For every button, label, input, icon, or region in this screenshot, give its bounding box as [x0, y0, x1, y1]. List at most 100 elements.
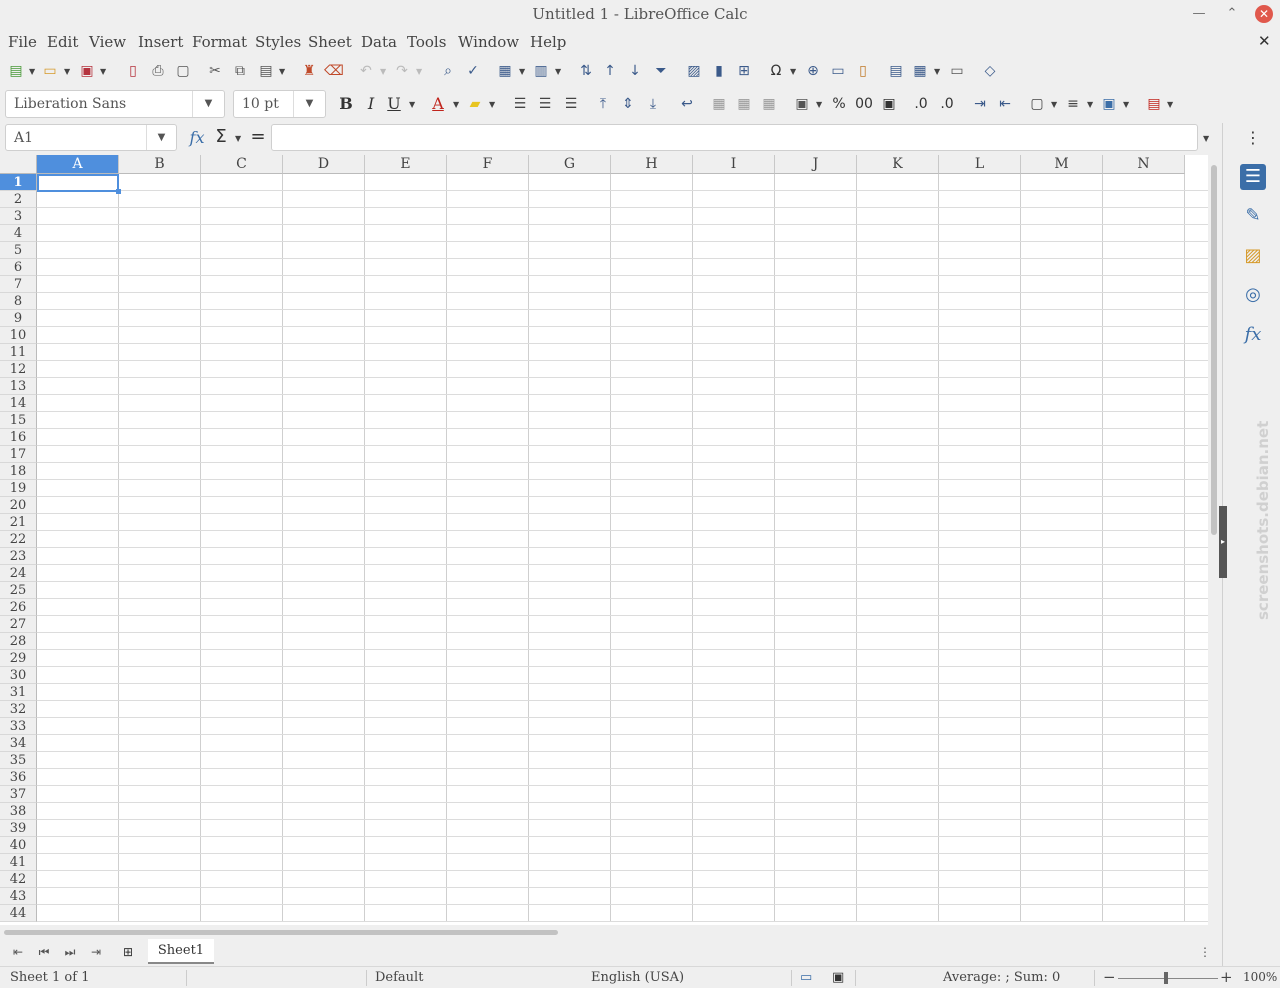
center-vertically-icon[interactable]: ⇕ [618, 94, 638, 114]
horizontal-scrollbar[interactable] [0, 925, 1208, 939]
print-preview-icon[interactable]: ▢ [173, 61, 193, 81]
font-size-box[interactable]: 10 pt ▼ [233, 90, 326, 118]
save-icon[interactable]: ▣ [77, 61, 97, 81]
menu-file[interactable]: File [8, 33, 37, 51]
spreadsheet-grid[interactable]: ABCDEFGHIJKLMN 1 2 3 4 5 6 7 8 9 10 11 12 13 14 15 16 17… [0, 155, 1208, 925]
zoom-in-icon[interactable]: + [1220, 968, 1233, 986]
column-header-k[interactable]: K [857, 155, 939, 174]
row-header-35[interactable]: 35 [0, 752, 37, 769]
restore-icon[interactable]: ⌃ [1222, 4, 1242, 24]
row-header-17[interactable]: 17 [0, 446, 37, 463]
row-header-32[interactable]: 32 [0, 701, 37, 718]
column-icon[interactable]: ▥ [531, 61, 551, 81]
bold-button[interactable]: B [336, 94, 356, 114]
show-draw-functions-icon[interactable]: ◇ [980, 61, 1000, 81]
comment-icon[interactable]: ▭ [828, 61, 848, 81]
insert-image-icon[interactable]: ▨ [684, 61, 704, 81]
special-character-icon[interactable]: Ω [766, 61, 786, 81]
align-right-icon[interactable]: ☰ [561, 94, 581, 114]
row-header-31[interactable]: 31 [0, 684, 37, 701]
zoom-out-icon[interactable]: − [1103, 968, 1116, 986]
properties-icon[interactable]: ☰ [1240, 164, 1266, 190]
row-header-27[interactable]: 27 [0, 616, 37, 633]
function-wizard-button[interactable]: fx [187, 128, 207, 148]
row-header-13[interactable]: 13 [0, 378, 37, 395]
font-name-box[interactable]: Liberation Sans ▼ [5, 90, 225, 118]
sidebar-menu-icon[interactable]: ⋮ [1240, 125, 1266, 151]
row-header-6[interactable]: 6 [0, 259, 37, 276]
sidebar-collapse-handle[interactable]: ▸ [1219, 506, 1227, 578]
row-header-9[interactable]: 9 [0, 310, 37, 327]
zoom-level[interactable]: 100% [1243, 970, 1277, 984]
column-header-m[interactable]: M [1021, 155, 1103, 174]
row-header-33[interactable]: 33 [0, 718, 37, 735]
scroll-to-previous-sheet-icon[interactable]: ⏮ [35, 943, 53, 961]
chevron-down-icon[interactable]: ▼ [146, 125, 176, 150]
hyperlink-icon[interactable]: ⊕ [803, 61, 823, 81]
define-print-area-icon[interactable]: ▤ [886, 61, 906, 81]
underline-button[interactable]: U [384, 94, 404, 114]
menu-view[interactable]: View [89, 33, 126, 51]
menu-styles[interactable]: Styles [255, 33, 301, 51]
row-header-42[interactable]: 42 [0, 871, 37, 888]
selection-mode-icon[interactable]: ▭ [800, 970, 812, 985]
navigator-icon[interactable]: ◎ [1240, 282, 1266, 308]
menu-sheet[interactable]: Sheet [308, 33, 352, 51]
sum-button[interactable]: Σ [211, 127, 231, 147]
row-header-29[interactable]: 29 [0, 650, 37, 667]
sort-descending-icon[interactable]: ↓ [625, 61, 645, 81]
unmerge-cells-icon[interactable]: ▦ [759, 94, 779, 114]
select-all-corner[interactable] [0, 155, 37, 174]
underline-dropdown-icon[interactable]: ▼ [409, 95, 417, 115]
open-dropdown-icon[interactable]: ▼ [64, 62, 72, 82]
freeze-dropdown-icon[interactable]: ▼ [934, 62, 942, 82]
row-header-36[interactable]: 36 [0, 769, 37, 786]
row-header-14[interactable]: 14 [0, 395, 37, 412]
border-style-dropdown-icon[interactable]: ▼ [1087, 95, 1095, 115]
borders-dropdown-icon[interactable]: ▼ [1051, 95, 1059, 115]
date-format-icon[interactable]: ▣ [879, 94, 899, 114]
row-header-1[interactable]: 1 [0, 174, 37, 191]
chevron-down-icon[interactable]: ▼ [192, 91, 224, 117]
split-window-icon[interactable]: ▭ [947, 61, 967, 81]
column-header-j[interactable]: J [775, 155, 857, 174]
undo-dropdown-icon[interactable]: ▼ [380, 62, 388, 82]
copy-icon[interactable]: ⧉ [230, 61, 250, 81]
row-header-19[interactable]: 19 [0, 480, 37, 497]
add-sheet-icon[interactable]: ⊞ [119, 943, 137, 961]
column-header-h[interactable]: H [611, 155, 693, 174]
menu-edit[interactable]: Edit [47, 33, 78, 51]
styles-icon[interactable]: ✎ [1240, 203, 1266, 229]
gallery-icon[interactable]: ▨ [1240, 243, 1266, 269]
column-header-f[interactable]: F [447, 155, 529, 174]
row-header-20[interactable]: 20 [0, 497, 37, 514]
row-header-23[interactable]: 23 [0, 548, 37, 565]
paste-dropdown-icon[interactable]: ▼ [279, 62, 287, 82]
spelling-icon[interactable]: ✓ [463, 61, 483, 81]
row-header-15[interactable]: 15 [0, 412, 37, 429]
row-header-25[interactable]: 25 [0, 582, 37, 599]
sheet-tab[interactable]: Sheet1 [148, 939, 214, 964]
chevron-down-icon[interactable]: ▼ [293, 91, 325, 117]
percent-button[interactable]: % [829, 94, 849, 114]
column-header-n[interactable]: N [1103, 155, 1185, 174]
row-header-5[interactable]: 5 [0, 242, 37, 259]
close-document-icon[interactable]: ✕ [1258, 32, 1271, 50]
expand-formula-bar-icon[interactable]: ▼ [1203, 129, 1211, 149]
save-dropdown-icon[interactable]: ▼ [100, 62, 108, 82]
align-bottom-icon[interactable]: ⤓ [643, 94, 663, 114]
menu-insert[interactable]: Insert [138, 33, 183, 51]
scroll-to-last-sheet-icon[interactable]: ⇥ [87, 943, 105, 961]
row-header-3[interactable]: 3 [0, 208, 37, 225]
row-header-7[interactable]: 7 [0, 276, 37, 293]
add-decimal-icon[interactable]: .0 [911, 94, 931, 114]
border-style-icon[interactable]: ≡ [1063, 94, 1083, 114]
merge-center-icon[interactable]: ▦ [709, 94, 729, 114]
special-character-dropdown-icon[interactable]: ▼ [790, 62, 798, 82]
menu-data[interactable]: Data [361, 33, 397, 51]
formula-input[interactable] [271, 124, 1198, 151]
open-folder-icon[interactable]: ▭ [40, 61, 60, 81]
row-header-22[interactable]: 22 [0, 531, 37, 548]
row-header-21[interactable]: 21 [0, 514, 37, 531]
align-center-icon[interactable]: ☰ [535, 94, 555, 114]
